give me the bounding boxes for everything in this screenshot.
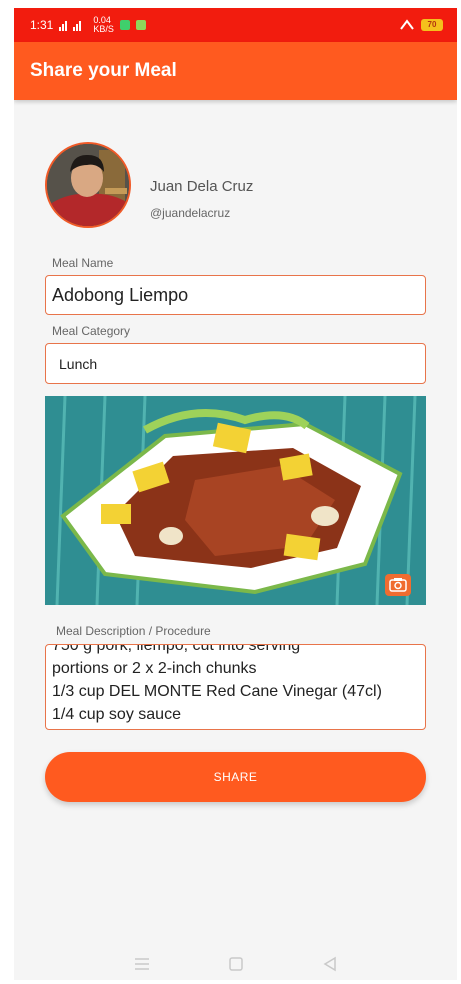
status-time: 1:31	[30, 18, 54, 32]
vibrate-icon	[400, 19, 414, 30]
meal-name-label: Meal Name	[52, 256, 114, 270]
battery-indicator: 70	[421, 19, 443, 31]
avatar-image	[47, 144, 129, 226]
description-label: Meal Description / Procedure	[56, 624, 211, 638]
notification-app-icon	[119, 20, 130, 30]
status-bar: 1:31 0.04 KB/S 70	[14, 8, 457, 42]
back-icon[interactable]	[322, 956, 338, 972]
network-speed: 0.04 KB/S	[93, 15, 114, 34]
description-textarea[interactable]: 750 g pork, liempo, cut into serving por…	[45, 644, 426, 730]
meal-category-label: Meal Category	[52, 324, 131, 338]
signal-icon	[59, 21, 82, 31]
camera-icon	[389, 578, 407, 592]
meal-category-value: Lunch	[59, 355, 98, 372]
description-line: 1/4 cup soy sauce	[52, 706, 181, 723]
notification-chat-icon	[135, 20, 146, 30]
meal-photo-image	[45, 396, 426, 605]
page-title: Share your Meal	[30, 60, 177, 81]
navigation-bar	[14, 948, 457, 980]
user-handle: @juandelacruz	[150, 206, 231, 220]
meal-name-value: Adobong Liempo	[52, 284, 189, 305]
user-name: Juan Dela Cruz	[150, 178, 254, 195]
meal-name-input[interactable]: Adobong Liempo	[45, 275, 426, 315]
avatar[interactable]	[45, 142, 131, 228]
share-button[interactable]: SHARE	[45, 752, 426, 802]
change-photo-button[interactable]	[385, 574, 411, 596]
description-line: portions or 2 x 2-inch chunks	[52, 660, 257, 677]
meal-photo[interactable]	[45, 396, 426, 605]
meal-category-select[interactable]: Lunch	[45, 343, 426, 384]
app-bar: Share your Meal	[14, 42, 457, 100]
menu-icon[interactable]	[134, 957, 150, 971]
description-line: 750 g pork, liempo, cut into serving	[52, 644, 301, 654]
share-button-label: SHARE	[213, 770, 258, 784]
home-icon[interactable]	[228, 956, 244, 972]
description-line: 1/3 cup DEL MONTE Red Cane Vinegar (47cl…	[52, 683, 382, 700]
phone-screen: 1:31 0.04 KB/S 70 Share your Meal Juan D…	[14, 8, 457, 980]
